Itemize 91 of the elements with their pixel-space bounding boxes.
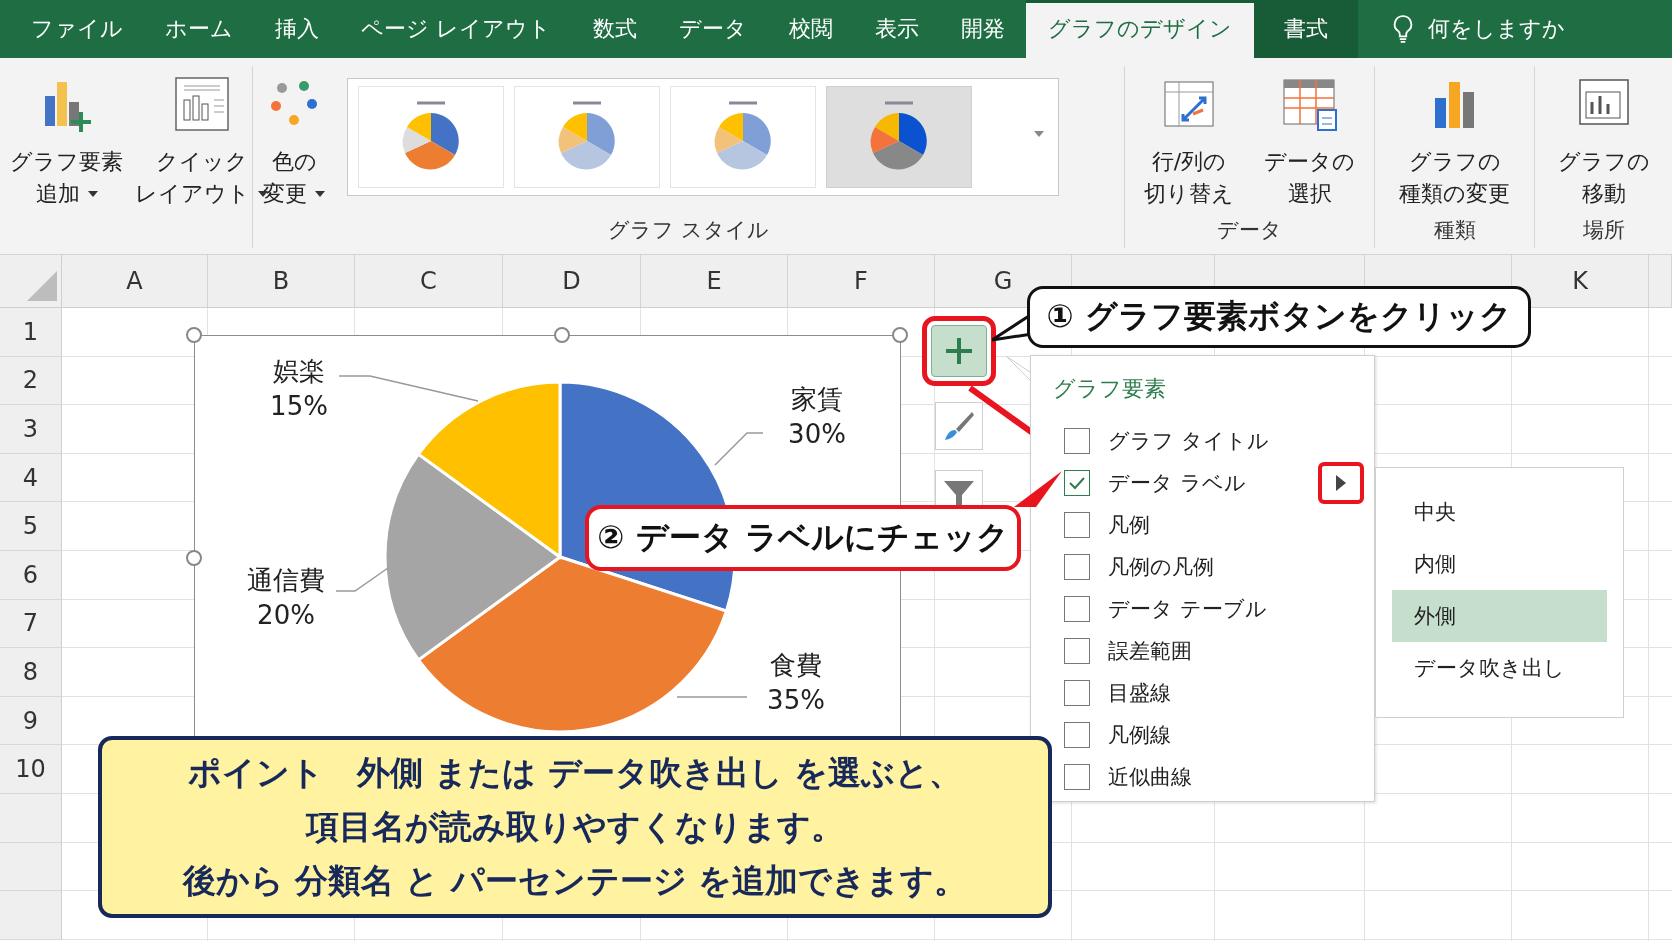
callout-pointer <box>1014 469 1064 509</box>
ribbon-tab[interactable]: 表示 <box>854 0 940 58</box>
checkbox[interactable] <box>1064 512 1090 538</box>
group-label: 場所 <box>1581 217 1626 244</box>
group-label: データ <box>1216 217 1283 244</box>
group-label: 種類 <box>1432 217 1477 244</box>
lightbulb-icon <box>1392 14 1414 44</box>
checkbox[interactable] <box>1064 554 1090 580</box>
submenu-button[interactable] <box>1318 462 1364 504</box>
note-text: ポイント 外側 または データ吹き出し を選ぶと、 <box>187 752 963 794</box>
caret-icon <box>315 191 325 197</box>
leader-line <box>714 432 764 466</box>
note-text: 後から 分類名 と パーセンテージ を追加できます。 <box>182 860 968 902</box>
ribbon-tab[interactable]: 挿入 <box>254 0 340 58</box>
ribbon-tab[interactable]: データ <box>658 0 768 58</box>
column-header[interactable]: D <box>503 255 641 307</box>
row-header[interactable]: 10 <box>0 745 62 794</box>
ribbon-button[interactable]: データの 選択 <box>1260 72 1359 212</box>
row-header[interactable]: 4 <box>0 453 62 503</box>
row-header[interactable]: 2 <box>0 356 62 406</box>
ribbon-button[interactable]: グラフの 種類の変更 <box>1395 72 1514 212</box>
menu-item[interactable]: データ ラベル <box>1108 469 1246 497</box>
menu-item[interactable]: データ テーブル <box>1108 595 1267 623</box>
checkbox[interactable] <box>1064 470 1090 496</box>
plus-icon <box>944 336 974 366</box>
chart-style-option[interactable] <box>670 86 816 188</box>
column-header[interactable]: E <box>641 255 788 307</box>
data-label: 35% <box>767 684 825 715</box>
chart-style-option[interactable] <box>514 86 660 188</box>
caret-icon <box>87 191 98 197</box>
note-text: 項目名が読み取りやすくなります。 <box>306 806 844 848</box>
menu-item[interactable]: グラフ タイトル <box>1108 427 1269 455</box>
checkbox[interactable] <box>1064 638 1090 664</box>
chart-styles-button[interactable] <box>935 402 983 450</box>
ribbon-tab[interactable]: ファイル <box>10 0 144 58</box>
data-label: 30% <box>788 418 846 449</box>
row-header[interactable]: 7 <box>0 599 62 649</box>
row-header[interactable]: 3 <box>0 405 62 454</box>
checkbox[interactable] <box>1064 428 1090 454</box>
chart-style-option[interactable] <box>358 86 504 188</box>
callout-tooltip: ② データ ラベルにチェック <box>585 505 1021 571</box>
checkbox[interactable] <box>1064 596 1090 622</box>
row-header[interactable]: 9 <box>0 696 62 746</box>
column-header[interactable]: A <box>62 255 208 307</box>
data-label: 15% <box>270 390 328 421</box>
ribbon-button[interactable]: 色の 変更 <box>259 72 329 212</box>
ribbon-tab[interactable]: 数式 <box>572 0 658 58</box>
row-header[interactable]: 5 <box>0 502 62 551</box>
ribbon-button[interactable]: 行/列の 切り替え <box>1140 72 1238 212</box>
menu-item[interactable]: 中央 <box>1392 486 1607 538</box>
ribbon-tab[interactable]: グラフのデザイン <box>1026 0 1254 58</box>
panel-title: グラフ要素 <box>1053 375 1167 403</box>
group-label: グラフ スタイル <box>607 217 770 244</box>
row-header[interactable]: 1 <box>0 308 62 357</box>
ribbon-button[interactable]: グラフの 移動 <box>1553 72 1654 212</box>
row-header[interactable]: 8 <box>0 648 62 697</box>
ribbon-tab[interactable]: ホーム <box>144 0 254 58</box>
category-label: 娯楽 <box>273 355 325 386</box>
checkbox[interactable] <box>1064 680 1090 706</box>
menu-item[interactable]: 凡例の凡例 <box>1108 553 1214 581</box>
triangle-right-icon <box>1336 475 1346 491</box>
column-header[interactable]: B <box>208 255 355 307</box>
menu-item[interactable]: 凡例 <box>1108 511 1150 539</box>
leader-line <box>676 696 748 698</box>
ribbon-button[interactable]: グラフ要素 追加 <box>6 72 127 212</box>
menu-item[interactable]: 外側 <box>1392 590 1607 642</box>
menu-item[interactable]: 凡例線 <box>1108 721 1171 749</box>
row-header[interactable]: 6 <box>0 550 62 600</box>
menu-item[interactable]: 誤差範囲 <box>1108 637 1192 665</box>
checkbox[interactable] <box>1064 722 1090 748</box>
category-label: 食費 <box>770 649 822 680</box>
checkbox[interactable] <box>1064 764 1090 790</box>
ribbon-tab[interactable]: 校閲 <box>768 0 854 58</box>
column-header[interactable]: F <box>788 255 935 307</box>
ribbon-tab[interactable]: 書式 <box>1254 0 1358 58</box>
triangle-icon <box>27 271 57 301</box>
column-header[interactable]: C <box>355 255 503 307</box>
search-prompt[interactable]: 何をしますか <box>1428 14 1565 44</box>
ribbon-tab[interactable]: 開発 <box>940 0 1026 58</box>
scroll-down-icon[interactable] <box>1034 131 1044 137</box>
leader-line <box>335 567 389 592</box>
menu-item[interactable]: 近似曲線 <box>1108 763 1192 791</box>
menu-item[interactable]: 目盛線 <box>1108 679 1171 707</box>
category-label: 通信費 <box>247 564 325 595</box>
category-label: 家賃 <box>791 383 843 414</box>
menu-item[interactable]: 内側 <box>1392 538 1607 590</box>
chart-style-option[interactable] <box>826 86 972 188</box>
callout-tooltip: ① グラフ要素ボタンをクリック <box>1027 286 1531 348</box>
ribbon-tab[interactable]: ページ レイアウト <box>340 0 572 58</box>
data-label: 20% <box>257 599 315 630</box>
menu-item[interactable]: データ吹き出し <box>1392 642 1607 694</box>
